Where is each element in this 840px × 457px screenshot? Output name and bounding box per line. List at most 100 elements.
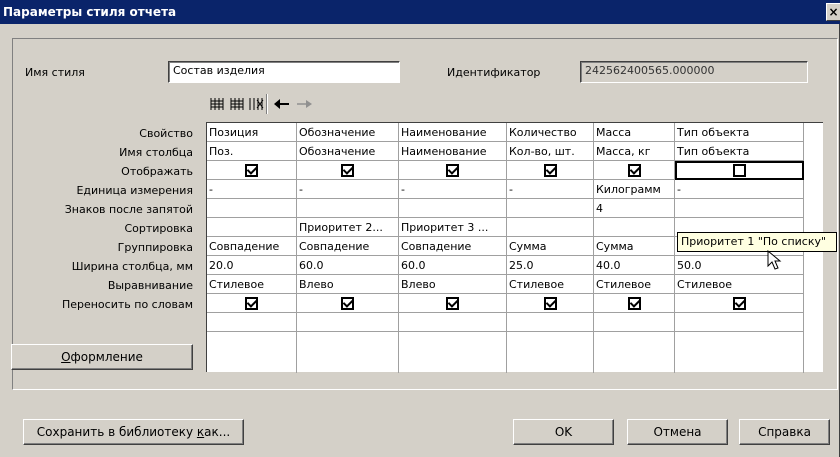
wrap-checkbox[interactable] <box>399 294 507 313</box>
grid-cell-empty[interactable] <box>675 313 804 332</box>
grid-cell[interactable]: Кол-во, шт. <box>507 142 594 161</box>
grid-cell[interactable] <box>399 199 507 218</box>
dialog-title: Параметры стиля отчета <box>3 5 177 19</box>
grid-cell[interactable]: Масса <box>594 123 675 142</box>
grid-cell[interactable]: 25.0 <box>507 256 594 275</box>
grid-cell[interactable]: Совпадение <box>399 237 507 256</box>
grid-cell[interactable]: 60.0 <box>297 256 399 275</box>
wrap-checkbox[interactable] <box>594 294 675 313</box>
style-name-label: Имя стиля <box>25 66 85 79</box>
grid-cell[interactable]: - <box>399 180 507 199</box>
grid-cell[interactable]: 20.0 <box>207 256 297 275</box>
grid-cell[interactable]: Влево <box>297 275 399 294</box>
grid-cell-empty[interactable] <box>297 313 399 332</box>
grid-cell[interactable]: - <box>297 180 399 199</box>
row-label-property: Свойство <box>139 127 193 140</box>
grid-cell-empty[interactable] <box>594 313 675 332</box>
grid-cell[interactable] <box>207 199 297 218</box>
grid-cell[interactable]: 4 <box>594 199 675 218</box>
row-label-align: Выравнивание <box>107 279 193 292</box>
grid-cell[interactable]: - <box>507 180 594 199</box>
save-to-library-button[interactable]: Сохранить в библиотеку как... <box>23 419 244 445</box>
ok-button[interactable]: OK <box>513 419 614 445</box>
help-button[interactable]: Справка <box>739 419 830 445</box>
grid-cell[interactable]: 40.0 <box>594 256 675 275</box>
display-checkbox[interactable] <box>297 161 399 180</box>
toolbar-separator <box>266 94 268 114</box>
grid-cell[interactable] <box>675 199 804 218</box>
grid-cell[interactable]: Тип объекта <box>675 123 804 142</box>
grid-cell[interactable]: Приоритет 2... <box>297 218 399 237</box>
grid-cell[interactable]: Позиция <box>207 123 297 142</box>
wrap-checkbox[interactable] <box>507 294 594 313</box>
grid-cell[interactable]: Сумма <box>594 237 675 256</box>
wrap-checkbox[interactable] <box>675 294 804 313</box>
grid-cell[interactable]: Тип объекта <box>675 142 804 161</box>
grid-cell[interactable]: - <box>675 180 804 199</box>
mouse-cursor-icon <box>767 250 782 270</box>
wrap-checkbox[interactable] <box>297 294 399 313</box>
grid-cell[interactable] <box>297 199 399 218</box>
display-checkbox[interactable] <box>594 161 675 180</box>
close-icon[interactable]: × <box>826 3 840 21</box>
checkbox-checked-icon <box>543 164 557 177</box>
row-label-width: Ширина столбца, мм <box>71 260 193 273</box>
report-style-dialog: Параметры стиля отчета × Имя стиля Соста… <box>0 0 840 457</box>
grid-cell-empty <box>675 332 804 373</box>
save-button-label-pre: Сохранить в библиотеку <box>36 425 197 439</box>
checkbox-checked-icon <box>245 164 258 177</box>
grid-cell[interactable]: Масса, кг <box>594 142 675 161</box>
format-button-label-post: формление <box>70 350 143 364</box>
display-checkbox[interactable] <box>399 161 507 180</box>
grid-cell-empty[interactable] <box>507 313 594 332</box>
grid-cell[interactable]: Стилевое <box>594 275 675 294</box>
sort-tooltip: Приоритет 1 "По списку" <box>677 232 837 252</box>
grid-cell[interactable]: Совпадение <box>207 237 297 256</box>
insert-column-icon[interactable] <box>208 96 226 112</box>
grid-cell[interactable]: Влево <box>399 275 507 294</box>
append-column-icon[interactable] <box>228 96 246 112</box>
display-checkbox-focused[interactable] <box>675 161 804 180</box>
grid-cell[interactable]: Стилевое <box>207 275 297 294</box>
display-checkbox[interactable] <box>207 161 297 180</box>
grid-cell[interactable]: Поз. <box>207 142 297 161</box>
grid-cell[interactable] <box>507 218 594 237</box>
grid-cell[interactable]: Обозначение <box>297 123 399 142</box>
grid-cell[interactable]: - <box>207 180 297 199</box>
grid-cell-empty[interactable] <box>207 313 297 332</box>
row-label-unit: Единица измерения <box>76 184 193 197</box>
grid-cell[interactable]: Наименование <box>399 123 507 142</box>
grid-cell[interactable]: Обозначение <box>297 142 399 161</box>
display-checkbox[interactable] <box>507 161 594 180</box>
checkbox-checked-icon <box>627 164 641 177</box>
row-label-column-name: Имя столбца <box>119 146 193 159</box>
wrap-checkbox[interactable] <box>207 294 297 313</box>
grid-cell[interactable] <box>594 218 675 237</box>
grid-cell-empty[interactable] <box>399 313 507 332</box>
grid-cell-empty <box>297 332 399 373</box>
move-left-icon[interactable] <box>272 96 292 112</box>
grid-cell[interactable]: Стилевое <box>675 275 804 294</box>
format-button[interactable]: Оформление <box>11 344 193 370</box>
style-name-input[interactable]: Состав изделия <box>168 61 400 83</box>
grid-cell[interactable]: Количество <box>507 123 594 142</box>
row-label-sort: Сортировка <box>124 222 193 235</box>
grid-cell[interactable] <box>507 199 594 218</box>
grid-cell-empty <box>399 332 507 373</box>
grid-cell[interactable]: Стилевое <box>507 275 594 294</box>
grid-cell[interactable]: Приоритет 3 ... <box>399 218 507 237</box>
grid-cell[interactable]: Наименование <box>399 142 507 161</box>
delete-column-icon[interactable] <box>247 96 265 112</box>
grid-cell[interactable]: Сумма <box>507 237 594 256</box>
grid-cell[interactable]: Совпадение <box>297 237 399 256</box>
grid-cell[interactable]: Килограмм <box>594 180 675 199</box>
row-label-display: Отображать <box>121 165 193 178</box>
grid-cell[interactable] <box>207 218 297 237</box>
cancel-button[interactable]: Отмена <box>627 419 728 445</box>
checkbox-checked-icon <box>245 297 258 310</box>
checkbox-unchecked-icon <box>733 164 746 177</box>
checkbox-checked-icon <box>627 297 641 310</box>
checkbox-checked-icon <box>446 164 459 177</box>
grid-cell[interactable]: 60.0 <box>399 256 507 275</box>
move-right-icon[interactable] <box>294 96 314 112</box>
